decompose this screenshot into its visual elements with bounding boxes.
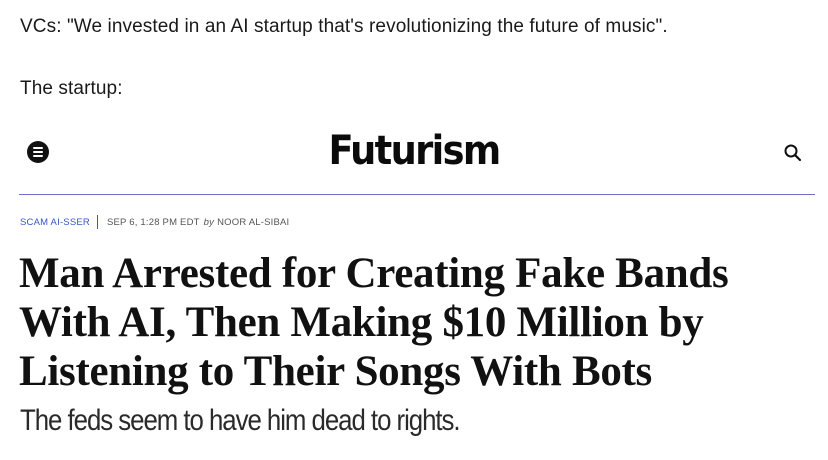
search-icon[interactable] [783, 143, 803, 163]
header-divider [19, 194, 815, 195]
headline-line-2: With AI, Then Making $10 Million by [19, 299, 704, 346]
article-dek: The feds seem to have him dead to rights… [20, 404, 461, 437]
category-link[interactable]: SCAM AI-SSER [20, 217, 90, 228]
byline-prefix: by [203, 216, 215, 228]
post-text-line-2: The startup: [20, 78, 123, 99]
publish-date: SEP 6, 1:28 PM EDT [106, 216, 200, 228]
headline-line-1: Man Arrested for Creating Fake Bands [19, 250, 729, 297]
article-screenshot: Futurism SCAM AI-SSER SEP 6, 1:28 PM EDT… [0, 118, 828, 460]
site-logo[interactable]: Futurism [33, 128, 795, 174]
article-headline: Man Arrested for Creating Fake Bands Wit… [19, 249, 819, 396]
meta-separator [96, 215, 98, 229]
author-link[interactable]: NOOR AL-SIBAI [217, 217, 289, 228]
headline-line-3: Listening to Their Songs With Bots [19, 348, 652, 395]
article-meta: SCAM AI-SSER SEP 6, 1:28 PM EDT by NOOR … [20, 215, 289, 229]
post-text-line-1: VCs: "We invested in an AI startup that'… [20, 16, 668, 37]
